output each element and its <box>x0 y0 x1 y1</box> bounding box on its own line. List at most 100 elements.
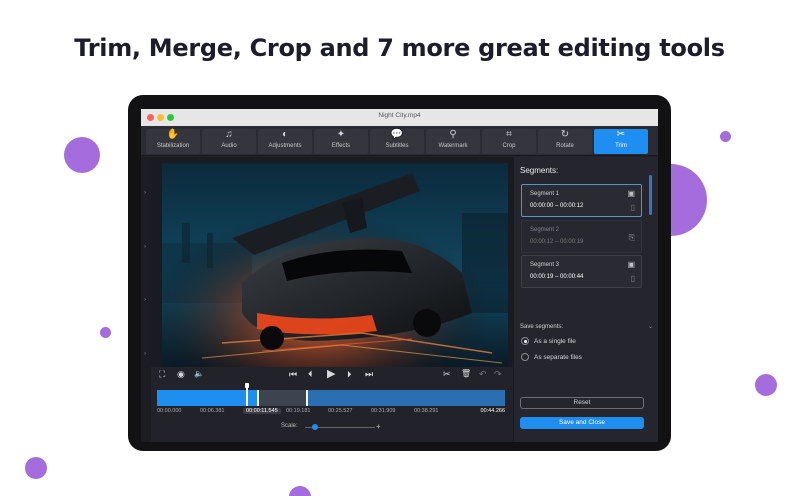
delete-icon[interactable]: 🗑 <box>461 369 471 378</box>
tool-watermark-button[interactable]: ⚲ Watermark <box>426 129 480 154</box>
headline: Trim, Merge, Crop and 7 more great editi… <box>74 34 725 62</box>
tool-label: Adjustments <box>268 143 302 149</box>
save-icon[interactable]: ▣ <box>627 189 635 198</box>
chevron-down-icon: ⌄ <box>648 324 654 330</box>
segment-name: Segment 1 <box>530 191 560 197</box>
chevron-icon[interactable]: › <box>144 297 146 303</box>
chevron-icon[interactable]: › <box>144 190 146 196</box>
timeline-split-marker[interactable] <box>257 390 259 406</box>
timeline-label: 00:06.381 <box>200 408 225 414</box>
decor-circle <box>289 486 311 496</box>
timeline-label: 00:00:11.545 <box>243 408 281 414</box>
undo-icon[interactable]: ↶ <box>479 369 487 380</box>
timeline-label: 00:19.181 <box>286 408 311 414</box>
segment-card[interactable]: Segment 2 00:00:12 – 00:00:19 ⎘ <box>521 220 642 253</box>
tool-toolbar: ✋ Stabilization ♫ Audio ◐ Adjustments ✦ Effects… <box>141 126 658 156</box>
timeline-label: 00:38.291 <box>414 408 439 414</box>
option-single-file-label: As a single file <box>534 338 576 345</box>
save-icon[interactable]: ▣ <box>627 260 635 269</box>
video-frame[interactable] <box>162 163 508 367</box>
contrast-icon: ◐ <box>281 129 289 140</box>
segment-name: Segment 3 <box>530 262 560 268</box>
segment-name: Segment 2 <box>530 227 560 233</box>
step-back-icon[interactable]: ⏴ <box>308 369 313 380</box>
video-area <box>151 157 513 367</box>
radio-separate-files[interactable] <box>521 353 529 361</box>
redo-icon[interactable]: ↷ <box>494 369 502 380</box>
tool-label: Audio <box>221 143 237 149</box>
video-preview-image <box>162 163 508 367</box>
segments-panel: Segments: Segment 1 00:00:00 – 00:00:12 … <box>513 157 658 442</box>
segment-card[interactable]: Segment 3 00:00:19 – 00:00:44 ▣ ▯ <box>521 255 642 288</box>
title-bar: Night City.mp4 <box>141 109 658 126</box>
snapshot-icon[interactable]: ◉ <box>177 369 185 380</box>
segment-range: 00:00:00 – 00:00:12 <box>530 203 584 209</box>
tool-trim-button[interactable]: ✂ Trim <box>594 129 648 154</box>
tool-crop-button[interactable]: ⌗ Crop <box>482 129 536 154</box>
rotate-icon: ↻ <box>560 129 570 140</box>
reset-button[interactable]: Reset <box>520 397 644 409</box>
timeline-segment-disabled[interactable] <box>258 390 307 406</box>
timeline-segment-selected[interactable] <box>157 390 258 406</box>
speech-bubble-icon: 💬 <box>390 129 404 140</box>
tool-subtitles-button[interactable]: 💬 Subtitles <box>370 129 424 154</box>
segment-range: 00:00:19 – 00:00:44 <box>530 274 584 280</box>
tool-label: Stabilization <box>156 143 190 149</box>
segment-range: 00:00:12 – 00:00:19 <box>530 239 584 245</box>
tool-label: Subtitles <box>385 143 409 149</box>
cut-icon[interactable]: ✂ <box>443 369 451 380</box>
tool-label: Rotate <box>556 143 574 149</box>
tool-adjustments-button[interactable]: ◐ Adjustments <box>258 129 312 154</box>
decor-circle <box>720 131 731 142</box>
app-window: Night City.mp4 ✋ Stabilization ♫ Audio ◐ Adju… <box>141 109 658 442</box>
restore-icon[interactable]: ⎘ <box>629 233 635 243</box>
timeline-label: 00:25.527 <box>328 408 353 414</box>
page: Trim, Merge, Crop and 7 more great editi… <box>0 0 799 496</box>
tool-label: Trim <box>615 143 627 149</box>
segment-card[interactable]: Segment 1 00:00:00 – 00:00:12 ▣ ▯ <box>521 184 642 217</box>
crop-icon: ⌗ <box>506 129 512 140</box>
window-title: Night City.mp4 <box>378 112 421 119</box>
decor-circle <box>100 327 111 338</box>
play-icon[interactable]: ▶ <box>327 367 335 380</box>
volume-icon[interactable]: 🔈 <box>194 369 204 378</box>
stamp-icon: ⚲ <box>449 129 457 140</box>
tool-stabilization-button[interactable]: ✋ Stabilization <box>146 129 200 154</box>
save-segments-label: Save segments: <box>520 324 564 330</box>
tool-rotate-button[interactable]: ↻ Rotate <box>538 129 592 154</box>
radio-single-file[interactable] <box>521 337 529 345</box>
decor-circle <box>755 374 777 396</box>
music-note-icon: ♫ <box>225 129 233 140</box>
decor-circle <box>25 457 47 479</box>
scale-label: Scale: <box>281 423 298 429</box>
hand-icon: ✋ <box>166 129 180 140</box>
scale-slider-knob[interactable] <box>312 424 318 430</box>
trash-icon[interactable]: ▯ <box>631 274 635 283</box>
fullscreen-icon[interactable]: ⛶ <box>159 369 165 380</box>
timeline-label: 00:00.000 <box>157 408 182 414</box>
segments-title: Segments: <box>520 166 559 175</box>
timeline-track[interactable] <box>157 383 505 406</box>
chevron-icon[interactable]: › <box>144 244 146 250</box>
timeline-label: 00:31.909 <box>371 408 396 414</box>
segments-scrollbar[interactable] <box>649 175 652 215</box>
scale-plus-icon[interactable]: + <box>376 422 381 431</box>
option-separate-files-label: As separate files <box>534 354 583 361</box>
step-forward-icon[interactable]: ⏵ <box>347 369 352 380</box>
save-and-close-button[interactable]: Save and Close <box>520 417 644 429</box>
tool-audio-button[interactable]: ♫ Audio <box>202 129 256 154</box>
scissors-icon: ✂ <box>616 129 626 140</box>
skip-start-icon[interactable]: ⏮ <box>289 369 297 380</box>
tool-label: Crop <box>502 143 516 149</box>
tool-effects-button[interactable]: ✦ Effects <box>314 129 368 154</box>
decor-circle <box>64 137 100 173</box>
timeline-label: 00:44.266 <box>480 408 505 414</box>
trash-icon[interactable]: ▯ <box>631 203 635 212</box>
left-strip: › › › › <box>141 157 151 442</box>
playhead[interactable] <box>245 383 249 406</box>
timeline-split-marker[interactable] <box>306 390 308 406</box>
chevron-icon[interactable]: › <box>144 351 146 357</box>
magic-wand-icon: ✦ <box>336 129 346 140</box>
skip-end-icon[interactable]: ⏭ <box>365 369 373 380</box>
tool-label: Effects <box>331 143 351 149</box>
